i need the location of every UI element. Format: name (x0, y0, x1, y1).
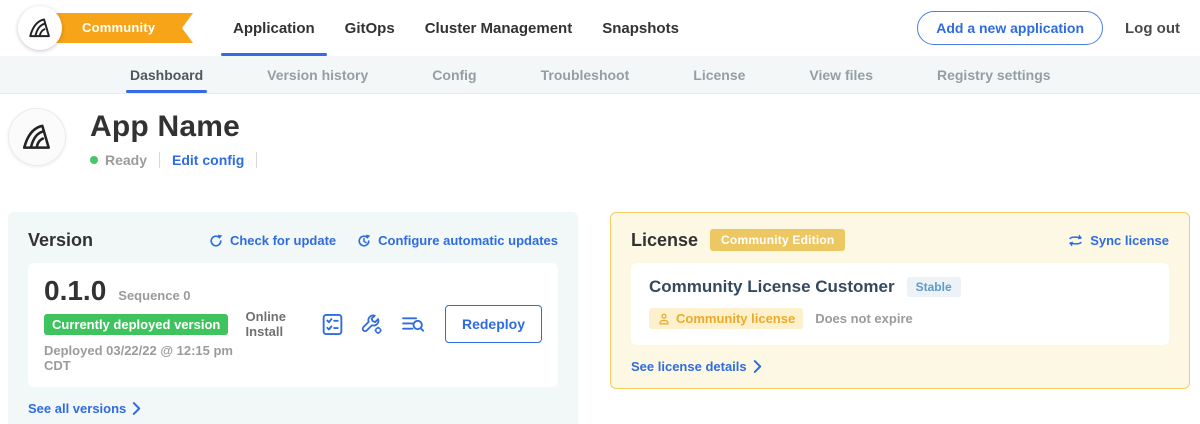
nav-tab-label: Cluster Management (425, 20, 573, 37)
nav-tab-label: Application (233, 20, 315, 37)
subnav-item-view-files[interactable]: View files (809, 56, 873, 93)
license-type-badge: Community license (649, 308, 803, 329)
sync-arrows-icon (1067, 233, 1084, 248)
deployed-timestamp: Deployed 03/22/22 @ 12:15 pm CDT (44, 343, 246, 373)
community-edition-badge: Community Edition (710, 229, 845, 251)
app-status-row: Ready Edit config (90, 152, 269, 168)
separator (256, 152, 257, 168)
app-avatar (8, 108, 66, 166)
current-version-panel: 0.1.0 Sequence 0 Currently deployed vers… (28, 263, 558, 387)
version-card: Version Check for update Configure au (8, 212, 578, 424)
status-ready-dot (90, 156, 98, 164)
refresh-icon (208, 233, 224, 249)
dashboard-cards-row: Version Check for update Configure au (8, 212, 1190, 424)
subnav-label: View files (809, 67, 873, 83)
install-type-label: Online Install (246, 309, 301, 339)
nav-tab-label: GitOps (345, 20, 395, 37)
subnav-item-registry-settings[interactable]: Registry settings (937, 56, 1051, 93)
status-text: Ready (105, 152, 147, 168)
link-label: See all versions (28, 401, 126, 416)
subnav-label: License (693, 67, 745, 83)
nav-tab-cluster-management[interactable]: Cluster Management (425, 0, 573, 56)
separator (159, 152, 160, 168)
clock-cycle-icon (356, 233, 372, 249)
replicated-logo (18, 6, 62, 50)
brand-logo-group: Community Edition (18, 5, 193, 51)
subnav-label: Registry settings (937, 67, 1051, 83)
edit-config-link[interactable]: Edit config (172, 152, 244, 168)
nav-tab-label: Snapshots (602, 20, 679, 37)
wrench-gear-icon (360, 312, 385, 337)
license-card-title: License (631, 230, 698, 251)
license-type-label: Community license (676, 311, 795, 326)
configure-automatic-updates-link[interactable]: Configure automatic updates (356, 233, 558, 249)
subnav-item-troubleshoot[interactable]: Troubleshoot (541, 56, 630, 93)
see-license-details-link[interactable]: See license details (631, 359, 762, 374)
app-name-title: App Name (90, 110, 269, 144)
subnav-item-license[interactable]: License (693, 56, 745, 93)
channel-badge: Stable (907, 277, 961, 297)
view-diff-button[interactable] (400, 312, 426, 337)
subnav-label: Config (432, 67, 476, 83)
license-details-panel: Community License Customer Stable Commun… (631, 263, 1169, 345)
redeploy-button[interactable]: Redeploy (445, 305, 542, 343)
subnav-item-dashboard[interactable]: Dashboard (130, 56, 203, 93)
subnav-item-config[interactable]: Config (432, 56, 476, 93)
version-card-title: Version (28, 230, 93, 251)
subnav-label: Version history (267, 67, 368, 83)
sequence-label: Sequence 0 (118, 288, 190, 303)
license-card: License Community Edition Sync license (610, 212, 1190, 389)
edit-config-icon-button[interactable] (360, 312, 385, 337)
check-for-update-link[interactable]: Check for update (208, 233, 336, 249)
add-new-application-button[interactable]: Add a new application (917, 11, 1103, 45)
link-label: See license details (631, 359, 747, 374)
version-number: 0.1.0 (44, 275, 106, 307)
primary-nav: Application GitOps Cluster Management Sn… (233, 0, 679, 56)
sync-license-link[interactable]: Sync license (1067, 233, 1169, 248)
lines-magnifier-icon (400, 312, 426, 337)
currently-deployed-badge: Currently deployed version (44, 314, 228, 335)
nav-tab-application[interactable]: Application (233, 0, 315, 56)
topnav-right-group: Add a new application Log out (917, 0, 1180, 56)
customer-name: Community License Customer (649, 277, 895, 297)
link-label: Configure automatic updates (378, 233, 558, 248)
checklist-icon (320, 312, 345, 337)
nav-tab-snapshots[interactable]: Snapshots (602, 0, 679, 56)
subnav-label: Dashboard (130, 67, 203, 83)
replicated-logo-icon (27, 15, 53, 41)
chevron-right-icon (132, 402, 141, 415)
subnav-label: Troubleshoot (541, 67, 630, 83)
expiry-text: Does not expire (815, 311, 913, 326)
subnav-item-version-history[interactable]: Version history (267, 56, 368, 93)
person-badge-icon (657, 312, 671, 326)
see-all-versions-link[interactable]: See all versions (28, 401, 141, 416)
logout-link[interactable]: Log out (1125, 20, 1180, 37)
nav-tab-gitops[interactable]: GitOps (345, 0, 395, 56)
app-subnav: Dashboard Version history Config Trouble… (0, 56, 1200, 94)
link-label: Sync license (1090, 233, 1169, 248)
preflight-checks-button[interactable] (320, 312, 345, 337)
link-label: Check for update (230, 233, 336, 248)
top-navbar: Community Edition Application GitOps Clu… (0, 0, 1200, 56)
community-edition-ribbon: Community Edition (42, 13, 193, 43)
chevron-right-icon (753, 360, 762, 373)
app-header: App Name Ready Edit config (8, 108, 1200, 168)
app-logo-icon (20, 120, 54, 154)
